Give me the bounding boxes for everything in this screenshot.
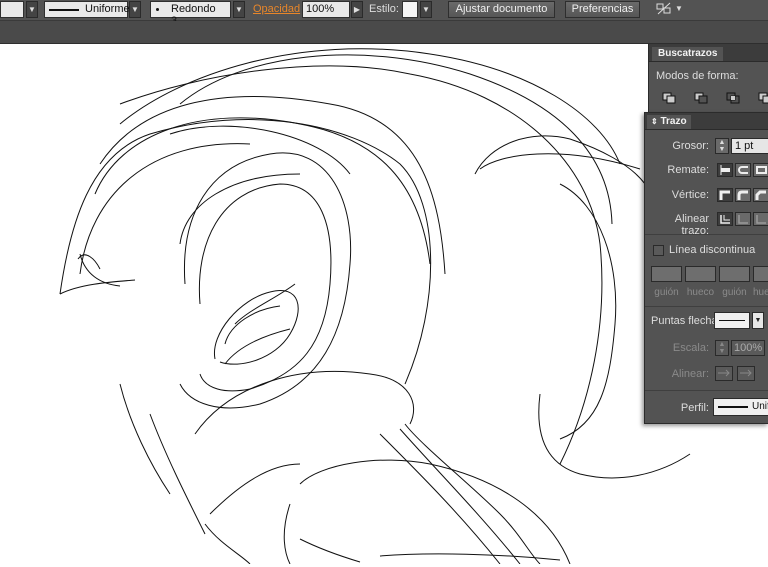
gap-label-2: hue [753,287,768,298]
profile-value: Unif [752,401,768,412]
miter-join-button[interactable] [717,188,733,202]
start-arrowhead-select[interactable] [714,312,750,329]
round-cap-button[interactable] [735,163,751,177]
line-icon [719,320,745,321]
arrowhead-dropdown-arrow[interactable]: ▼ [752,312,764,329]
brush-dropdown-arrow[interactable]: ▼ [233,1,245,18]
arrow-inside-button[interactable] [737,366,755,381]
arrange-icon[interactable] [655,1,673,18]
projecting-cap-button[interactable] [753,163,768,177]
pathfinder-panel: Buscatrazos Modos de forma: [648,44,768,112]
profile-select[interactable]: Unif [713,398,768,416]
scale-stepper[interactable]: ▲ ▼ [715,340,729,356]
weight-stepper[interactable]: ▲ ▼ [715,138,729,154]
fill-swatch[interactable] [0,1,24,18]
style-swatch[interactable] [402,1,418,18]
dash-label-2: guión [722,287,747,298]
divider [645,390,768,391]
cap-label: Remate: [667,164,709,176]
stroke-tab-bar: ⇕ Trazo [645,113,768,130]
stroke-panel: ⇕ Trazo Grosor: ▲ ▼ 1 pt Remate: Vértice:… [644,112,768,424]
gap-field-1[interactable] [685,266,716,282]
stroke-profile-dropdown-arrow[interactable]: ▼ [129,1,141,18]
preferences-button[interactable]: Preferencias [565,1,640,18]
dash-field-1[interactable] [651,266,682,282]
align-inside-button[interactable] [735,212,751,226]
dashed-line-label: Línea discontinua [669,244,756,256]
dashed-line-checkbox[interactable] [653,245,664,256]
opacity-label[interactable]: Opacidad [253,3,300,15]
scale-label: Escala: [672,342,709,354]
intersect-icon[interactable] [725,91,741,105]
uniform-line-icon [718,406,748,408]
collapse-arrows-icon[interactable]: ⇕ [651,117,658,126]
stroke-profile-select[interactable]: Uniforme [44,1,130,18]
align-outside-button[interactable] [753,212,768,226]
bevel-join-button[interactable] [753,188,768,202]
pathfinder-tab[interactable]: Buscatrazos [652,47,724,61]
divider [645,234,768,235]
round-join-button[interactable] [735,188,751,202]
exclude-icon[interactable] [757,91,768,105]
document-tab-strip [0,21,768,44]
stroke-tab-label: Trazo [660,116,687,127]
minus-front-icon[interactable] [693,91,709,105]
stroke-line-icon [49,9,79,11]
unite-icon[interactable] [661,91,677,105]
weight-label: Grosor: [672,140,709,152]
opacity-value: 100% [306,3,335,15]
dash-label-1: guión [654,287,679,298]
align-center-button[interactable] [717,212,733,226]
brush-dot-icon [156,8,159,11]
dash-field-2[interactable] [719,266,750,282]
control-bar: ▼ Uniforme ▼ Redondo 3... ▼ Opacidad 100… [0,0,768,27]
style-label: Estilo: [369,3,399,15]
opacity-input[interactable]: 100% [302,1,350,18]
pathfinder-tab-bar: Buscatrazos [649,44,768,62]
corner-label: Vértice: [671,189,709,201]
menu-chevron-icon[interactable]: ▼ [675,1,685,18]
stroke-profile-value: Uniforme [85,3,130,15]
fit-document-button[interactable]: Ajustar documento [448,1,555,18]
stroke-tab[interactable]: ⇕ Trazo [647,115,691,129]
gap-field-2[interactable] [753,266,768,282]
shape-modes-label: Modos de forma: [656,70,739,82]
scale-input[interactable]: 100% [731,340,765,356]
gap-label-1: hueco [686,287,715,298]
butt-cap-button[interactable] [717,163,733,177]
arrowheads-label: Puntas flecha: [651,315,721,327]
style-dropdown-arrow[interactable]: ▼ [420,1,432,18]
opacity-arrow[interactable]: ▶ [351,1,363,18]
weight-value: 1 pt [735,140,754,152]
profile-label: Perfil: [680,402,709,414]
brush-select[interactable]: Redondo 3... [150,1,231,27]
weight-input[interactable]: 1 pt [731,138,768,154]
arrow-extend-button[interactable] [715,366,733,381]
divider [645,306,768,307]
align-arrows-label: Alinear: [671,368,709,380]
scale-value: 100% [734,342,763,354]
fill-dropdown-arrow[interactable]: ▼ [26,1,38,18]
